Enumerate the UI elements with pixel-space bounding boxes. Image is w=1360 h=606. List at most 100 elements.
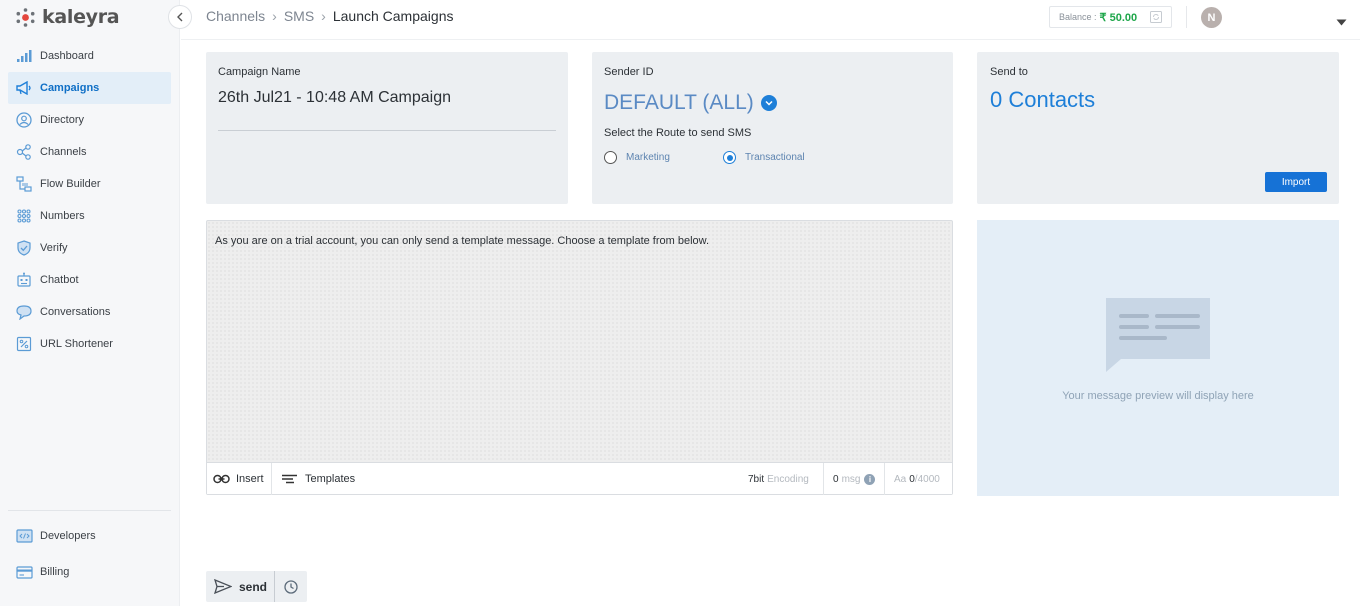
dialpad-icon (15, 207, 33, 225)
campaign-name-input[interactable]: 26th Jul21 - 10:48 AM Campaign (218, 89, 451, 107)
info-icon[interactable]: i (864, 473, 876, 485)
character-count-indicator: Aa 0 /4000 (894, 463, 940, 495)
sidebar-item-chatbot[interactable]: Chatbot (8, 264, 171, 296)
encoding-indicator: 7bit Encoding (748, 463, 809, 495)
schedule-button[interactable] (275, 571, 307, 602)
sidebar-nav: Dashboard Campaigns Directory Channels F… (8, 40, 171, 360)
sidebar-item-url-shortener[interactable]: URL Shortener (8, 328, 171, 360)
route-radio-marketing[interactable]: Marketing (604, 151, 670, 164)
templates-button[interactable]: Templates (281, 463, 355, 495)
sidebar-item-label: Directory (40, 114, 85, 126)
message-count-indicator: 0 msg i (833, 463, 876, 495)
msg-count: 0 (833, 473, 839, 485)
shield-icon (15, 239, 33, 257)
sidebar-item-channels[interactable]: Channels (8, 136, 171, 168)
sender-id-card: Sender ID DEFAULT (ALL) Select the Route… (592, 52, 953, 204)
sender-id-value: DEFAULT (ALL) (604, 91, 754, 114)
templates-label: Templates (305, 473, 356, 485)
sidebar-item-billing[interactable]: Billing (8, 554, 171, 590)
encoding-value: 7bit (748, 473, 765, 485)
kaleyra-logo[interactable]: kaleyra (16, 6, 120, 28)
message-bubble-icon (1106, 298, 1210, 372)
user-avatar[interactable]: N (1201, 7, 1222, 28)
chevron-down-icon[interactable] (760, 95, 777, 111)
campaign-name-card: Campaign Name 26th Jul21 - 10:48 AM Camp… (206, 52, 568, 204)
breadcrumb: Channels › SMS › Launch Campaigns (206, 8, 453, 24)
import-button[interactable]: Import (1265, 172, 1327, 192)
send-label: send (239, 579, 268, 594)
refresh-balance-icon[interactable] (1149, 10, 1163, 26)
sidebar-item-label: Campaigns (40, 82, 100, 94)
msg-label: msg (841, 473, 861, 485)
sidebar-item-campaigns[interactable]: Campaigns (8, 72, 171, 104)
kaleyra-logo-icon (16, 7, 35, 27)
sidebar-item-label: Dashboard (40, 50, 94, 62)
route-marketing-label: Marketing (626, 152, 670, 163)
campaign-name-underline (218, 130, 556, 131)
route-label: Select the Route to send SMS (604, 127, 752, 139)
campaign-name-label: Campaign Name (218, 66, 301, 78)
templates-icon (282, 474, 297, 484)
chat-icon (15, 303, 33, 321)
toolbar-divider (823, 463, 824, 495)
bar-chart-icon (15, 47, 33, 65)
sender-id-label: Sender ID (604, 66, 654, 78)
radio-circle[interactable] (723, 151, 736, 164)
sidebar-item-label: Billing (40, 566, 70, 578)
toolbar-divider (271, 463, 272, 495)
send-icon (214, 579, 232, 594)
route-radio-transactional[interactable]: Transactional (723, 151, 805, 164)
sidebar-item-label: URL Shortener (40, 338, 113, 350)
sidebar-item-directory[interactable]: Directory (8, 104, 171, 136)
breadcrumb-current: Launch Campaigns (332, 8, 454, 24)
contacts-count[interactable]: 0 Contacts (990, 87, 1095, 113)
header-divider (1186, 6, 1187, 28)
send-to-card: Send to 0 Contacts Import (977, 52, 1339, 204)
link-icon (213, 474, 230, 484)
sidebar-item-conversations[interactable]: Conversations (8, 296, 171, 328)
sidebar-item-label: Channels (40, 146, 87, 158)
toolbar-divider (884, 463, 885, 495)
sidebar-item-label: Verify (40, 242, 68, 254)
top-header: Channels › SMS › Launch Campaigns Balanc… (181, 0, 1360, 40)
clock-icon (284, 579, 298, 594)
send-to-label: Send to (990, 66, 1028, 78)
sidebar-item-developers[interactable]: Developers (8, 518, 171, 554)
sidebar-item-numbers[interactable]: Numbers (8, 200, 171, 232)
balance-label: Balance : (1059, 12, 1097, 22)
trial-notice: As you are on a trial account, you can o… (215, 235, 710, 247)
balance-amount: ₹ 50.00 (1099, 11, 1138, 24)
sidebar-item-verify[interactable]: Verify (8, 232, 171, 264)
sender-id-select[interactable]: DEFAULT (ALL) (604, 91, 777, 115)
breadcrumb-channels[interactable]: Channels (206, 8, 265, 24)
balance-indicator: Balance : ₹ 50.00 (1049, 6, 1172, 28)
radio-circle[interactable] (604, 151, 617, 164)
flow-icon (15, 175, 33, 193)
send-button[interactable]: send (206, 571, 275, 602)
sidebar: kaleyra Dashboard Campaigns Directory Ch… (0, 0, 180, 606)
breadcrumb-separator-icon: › (272, 8, 277, 24)
encoding-label: Encoding (767, 473, 809, 485)
robot-icon (15, 271, 33, 289)
brand-name: kaleyra (42, 6, 120, 28)
message-toolbar: Insert Templates 7bit Encoding 0 msg i A… (207, 462, 952, 495)
collapse-sidebar-button[interactable] (168, 5, 192, 29)
breadcrumb-separator-icon: › (321, 8, 326, 24)
message-editor[interactable]: As you are on a trial account, you can o… (206, 220, 953, 495)
sidebar-divider (8, 510, 171, 511)
sidebar-item-dashboard[interactable]: Dashboard (8, 40, 171, 72)
sidebar-item-flow-builder[interactable]: Flow Builder (8, 168, 171, 200)
route-transactional-label: Transactional (745, 152, 805, 163)
breadcrumb-sms[interactable]: SMS (284, 8, 314, 24)
message-preview-panel: Your message preview will display here (977, 220, 1339, 496)
sidebar-bottom-nav: Developers Billing (8, 518, 171, 590)
sidebar-item-label: Flow Builder (40, 178, 101, 190)
link-icon (15, 335, 33, 353)
insert-button[interactable]: Insert (213, 463, 264, 495)
card-icon (15, 563, 33, 581)
sidebar-item-label: Numbers (40, 210, 85, 222)
megaphone-icon (15, 79, 33, 97)
char-prefix: Aa (894, 473, 907, 485)
user-menu-caret-icon[interactable] (1336, 13, 1347, 31)
preview-placeholder: Your message preview will display here (1062, 390, 1254, 402)
